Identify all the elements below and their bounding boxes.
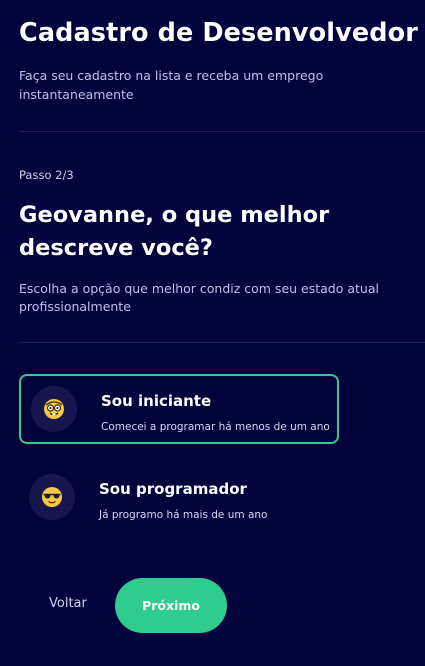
option-title: Sou iniciante — [101, 392, 212, 410]
next-button[interactable]: Próximo — [115, 578, 227, 633]
option-card-beginner[interactable]: Sou iniciante Comecei a programar há men… — [19, 374, 339, 444]
option-card-programmer[interactable]: Sou programador Já programo há mais de u… — [19, 462, 339, 532]
question-title: Geovanne, o que melhor descreve você? — [19, 202, 330, 261]
question-divider — [19, 342, 425, 343]
option-title: Sou programador — [99, 480, 247, 498]
option-description: Comecei a programar há menos de um ano — [101, 421, 330, 433]
nerd-face-icon — [31, 386, 77, 432]
sunglasses-face-icon — [29, 474, 75, 520]
question-subtitle: Escolha a opção que melhor condiz com se… — [19, 281, 379, 314]
app-subtitle: Faça seu cadastro na lista e receba um e… — [19, 68, 324, 102]
app-title: Cadastro de Desenvolvedor — [19, 18, 418, 48]
step-indicator: Passo 2/3 — [19, 168, 74, 182]
option-description: Já programo há mais de um ano — [99, 509, 268, 521]
header-divider — [19, 131, 425, 132]
back-button[interactable]: Voltar — [49, 596, 87, 611]
